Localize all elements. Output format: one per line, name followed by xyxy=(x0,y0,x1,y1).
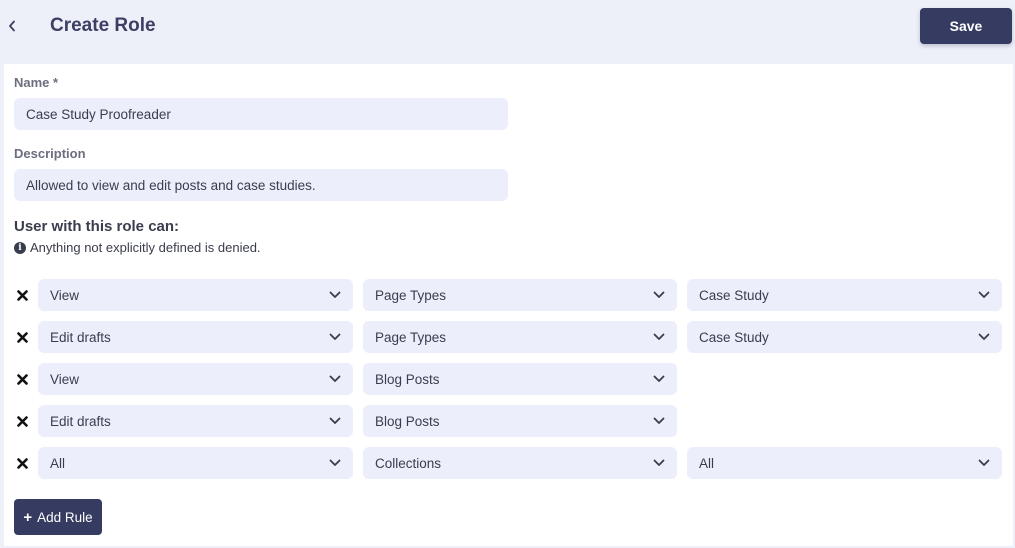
scope-select[interactable]: Blog Posts xyxy=(363,363,677,395)
close-icon xyxy=(16,373,28,385)
name-input[interactable] xyxy=(14,98,508,130)
target-select[interactable]: All xyxy=(687,447,1002,479)
target-select[interactable]: Case Study xyxy=(687,321,1002,353)
rules-note-text: Anything not explicitly defined is denie… xyxy=(30,240,261,255)
target-select-value: Case Study xyxy=(699,287,769,303)
close-icon xyxy=(16,331,28,343)
rule-row: All Collections All xyxy=(0,447,1015,479)
chevron-down-icon xyxy=(978,459,990,467)
chevron-down-icon xyxy=(978,291,990,299)
rule-row: Edit drafts Blog Posts xyxy=(0,405,1015,437)
scope-select-value: Blog Posts xyxy=(375,371,440,387)
target-select-value: All xyxy=(699,455,715,471)
info-circle-icon: i xyxy=(14,241,26,254)
scope-select-value: Page Types xyxy=(375,329,447,345)
back-button[interactable] xyxy=(4,14,20,38)
action-select[interactable]: Edit drafts xyxy=(38,321,353,353)
action-select[interactable]: All xyxy=(38,447,353,479)
scope-select[interactable]: Page Types xyxy=(363,321,677,353)
add-rule-label: Add Rule xyxy=(37,509,93,525)
action-select-value: View xyxy=(50,371,80,387)
remove-rule-button[interactable] xyxy=(15,372,29,386)
chevron-down-icon xyxy=(653,417,665,425)
name-label: Name * xyxy=(14,75,59,90)
rules-note: i Anything not explicitly defined is den… xyxy=(14,240,261,255)
rules-section-title: User with this role can: xyxy=(14,218,180,235)
page-header: Create Role Save xyxy=(0,0,1015,62)
action-select-value: Edit drafts xyxy=(50,413,111,429)
action-select[interactable]: Edit drafts xyxy=(38,405,353,437)
scope-select-value: Blog Posts xyxy=(375,413,440,429)
plus-icon: + xyxy=(23,508,33,526)
save-button[interactable]: Save xyxy=(920,8,1012,44)
description-label: Description xyxy=(14,146,86,161)
rule-row: View Page Types Case Study xyxy=(0,279,1015,311)
chevron-down-icon xyxy=(329,417,341,425)
action-select[interactable]: View xyxy=(38,363,353,395)
chevron-down-icon xyxy=(329,375,341,383)
action-select-value: Edit drafts xyxy=(50,329,111,345)
scope-select-value: Page Types xyxy=(375,287,447,303)
chevron-down-icon xyxy=(329,291,341,299)
chevron-left-icon xyxy=(9,20,15,32)
remove-rule-button[interactable] xyxy=(15,414,29,428)
chevron-down-icon xyxy=(329,459,341,467)
scope-select[interactable]: Blog Posts xyxy=(363,405,677,437)
rule-row: View Blog Posts xyxy=(0,363,1015,395)
scope-select-value: Collections xyxy=(375,455,442,471)
target-select[interactable]: Case Study xyxy=(687,279,1002,311)
chevron-down-icon xyxy=(653,291,665,299)
action-select-value: View xyxy=(50,287,80,303)
remove-rule-button[interactable] xyxy=(15,330,29,344)
close-icon xyxy=(16,457,28,469)
close-icon xyxy=(16,415,28,427)
description-input[interactable] xyxy=(14,169,508,201)
add-rule-button[interactable]: + Add Rule xyxy=(14,499,102,535)
remove-rule-button[interactable] xyxy=(15,456,29,470)
action-select-value: All xyxy=(50,455,66,471)
scope-select[interactable]: Page Types xyxy=(363,279,677,311)
scope-select[interactable]: Collections xyxy=(363,447,677,479)
chevron-down-icon xyxy=(978,333,990,341)
target-select-value: Case Study xyxy=(699,329,769,345)
rule-row: Edit drafts Page Types Case Study xyxy=(0,321,1015,353)
chevron-down-icon xyxy=(329,333,341,341)
close-icon xyxy=(16,289,28,301)
action-select[interactable]: View xyxy=(38,279,353,311)
remove-rule-button[interactable] xyxy=(15,288,29,302)
page-title: Create Role xyxy=(50,15,156,36)
chevron-down-icon xyxy=(653,459,665,467)
chevron-down-icon xyxy=(653,375,665,383)
chevron-down-icon xyxy=(653,333,665,341)
